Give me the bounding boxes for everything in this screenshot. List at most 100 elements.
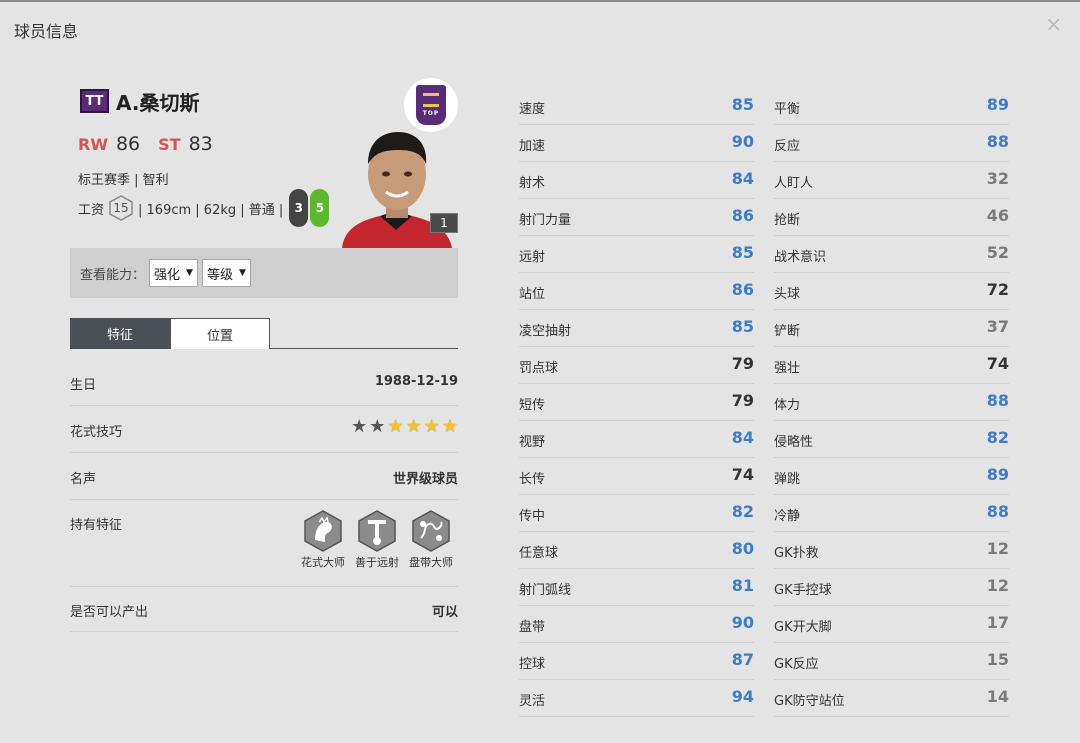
- stat-row: 加速 90: [519, 125, 754, 162]
- star-icon: ★: [441, 416, 458, 437]
- stat-value: 72: [986, 280, 1009, 299]
- stat-value: 46: [986, 206, 1009, 225]
- stat-value: 82: [731, 502, 754, 521]
- stat-value: 15: [986, 650, 1009, 669]
- ability-label: 查看能力：: [80, 267, 146, 283]
- salary-label: 工资: [78, 202, 105, 218]
- salary-value: 15: [113, 201, 129, 215]
- stat-row: 人盯人 32: [774, 162, 1009, 199]
- traits-label: 持有特征: [70, 518, 123, 533]
- skill-stars: ★ ★ ★ ★ ★ ★: [349, 418, 458, 436]
- stat-name: 战术意识: [774, 250, 827, 265]
- reputation-value: 世界级球员: [392, 472, 458, 487]
- stat-name: 射门力量: [519, 213, 572, 228]
- stat-value: 87: [731, 650, 754, 669]
- stat-name: 射门弧线: [519, 583, 572, 598]
- level-badge: 1: [430, 213, 458, 233]
- player-info-line: 工资 15 | 169cm | 62kg | 普通 | 3 5: [78, 189, 330, 227]
- stat-value: 81: [731, 576, 754, 595]
- stat-value: 17: [986, 613, 1009, 632]
- stat-name: 抢断: [774, 213, 801, 228]
- stat-value: 89: [986, 95, 1009, 114]
- stat-value: 74: [731, 465, 754, 484]
- star-icon: ★: [423, 416, 440, 437]
- foot-indicator: 3 5: [289, 189, 330, 227]
- stat-row: 抢断 46: [774, 199, 1009, 236]
- level-select[interactable]: 等级 ▼: [201, 259, 251, 287]
- stat-name: 凌空抽射: [519, 324, 572, 339]
- stat-row: 侵略性 82: [774, 421, 1009, 458]
- position-rating: 86: [115, 133, 141, 155]
- stat-row: GK手控球 12: [774, 569, 1009, 606]
- stat-row: 体力 88: [774, 384, 1009, 421]
- stat-name: 远射: [519, 250, 546, 265]
- stat-name: 弹跳: [774, 472, 801, 487]
- stat-row: 战术意识 52: [774, 236, 1009, 273]
- skill-moves-label: 花式技巧: [70, 425, 123, 440]
- stat-name: GK开大脚: [774, 620, 832, 635]
- stat-row: 弹跳 89: [774, 458, 1009, 495]
- stat-name: 控球: [519, 657, 546, 672]
- dropdown-arrow-icon: ▼: [186, 268, 193, 278]
- dropdown-arrow-icon: ▼: [238, 268, 246, 278]
- stat-name: 头球: [774, 287, 801, 302]
- stat-row: 传中 82: [519, 495, 754, 532]
- stat-row: 长传 74: [519, 458, 754, 495]
- stats-column-left: 速度 85 加速 90 射术 84 射门力量 86 远射 85 站位 86 凌空抽射 85 罚点球 79 短传 7…: [519, 88, 754, 717]
- stat-value: 86: [731, 280, 754, 299]
- tab-traits[interactable]: 特征: [70, 318, 170, 349]
- trait-long-shot[interactable]: 善于远射: [350, 510, 404, 570]
- stat-value: 74: [986, 354, 1009, 373]
- close-icon[interactable]: ×: [1045, 14, 1062, 34]
- stat-value: 80: [731, 539, 754, 558]
- weak-foot-value: 3: [289, 189, 309, 227]
- stat-value: 85: [731, 95, 754, 114]
- stat-row: 视野 84: [519, 421, 754, 458]
- stat-row: 强壮 74: [774, 347, 1009, 384]
- stat-row: 控球 87: [519, 643, 754, 680]
- stats-column-right: 平衡 89 反应 88 人盯人 32 抢断 46 战术意识 52 头球 72 铲断 37 强壮 74 体力 88 侵…: [774, 88, 1009, 717]
- stat-value: 94: [731, 687, 754, 706]
- stat-row: GK防守站位 14: [774, 680, 1009, 717]
- traits-row: 持有特征 花式大师 善于远射 盘带大师: [70, 500, 458, 587]
- position-label: RW: [78, 135, 108, 154]
- long-shot-icon: [358, 510, 396, 552]
- stat-row: 站位 86: [519, 273, 754, 310]
- stat-row: 盘带 90: [519, 606, 754, 643]
- ability-selector-bar: 查看能力： 强化 ▼ 等级 ▼: [70, 248, 458, 298]
- stat-name: 体力: [774, 398, 801, 413]
- stat-name: GK反应: [774, 657, 819, 672]
- stat-name: 站位: [519, 287, 546, 302]
- dialog-title: 球员信息: [14, 22, 79, 41]
- stat-value: 79: [731, 391, 754, 410]
- body-info: | 169cm | 62kg | 普通 |: [138, 202, 284, 218]
- stat-name: 速度: [519, 102, 546, 117]
- salary-badge: 15: [108, 195, 134, 221]
- detail-tabs: 特征 位置: [70, 318, 458, 349]
- tab-positions[interactable]: 位置: [170, 318, 270, 349]
- stat-value: 12: [986, 576, 1009, 595]
- producible-label: 是否可以产出: [70, 605, 149, 620]
- stat-name: 反应: [774, 139, 801, 154]
- trait-dribbler[interactable]: 盘带大师: [404, 510, 458, 570]
- stat-value: 32: [986, 169, 1009, 188]
- stat-name: 平衡: [774, 102, 801, 117]
- stat-value: 89: [986, 465, 1009, 484]
- stat-value: 85: [731, 317, 754, 336]
- stat-name: 罚点球: [519, 361, 559, 376]
- stat-row: 射门弧线 81: [519, 569, 754, 606]
- stat-row: 远射 85: [519, 236, 754, 273]
- stat-row: 短传 79: [519, 384, 754, 421]
- stat-name: 侵略性: [774, 435, 814, 450]
- stat-name: 加速: [519, 139, 546, 154]
- stat-row: 罚点球 79: [519, 347, 754, 384]
- stat-row: 铲断 37: [774, 310, 1009, 347]
- birthday-row: 生日 1988-12-19: [70, 361, 458, 406]
- stat-value: 90: [731, 132, 754, 151]
- stat-value: 84: [731, 169, 754, 188]
- trait-flair[interactable]: 花式大师: [296, 510, 350, 570]
- enhance-select[interactable]: 强化 ▼: [149, 259, 198, 287]
- stat-name: GK扑救: [774, 546, 819, 561]
- stat-value: 14: [986, 687, 1009, 706]
- stat-value: 88: [986, 502, 1009, 521]
